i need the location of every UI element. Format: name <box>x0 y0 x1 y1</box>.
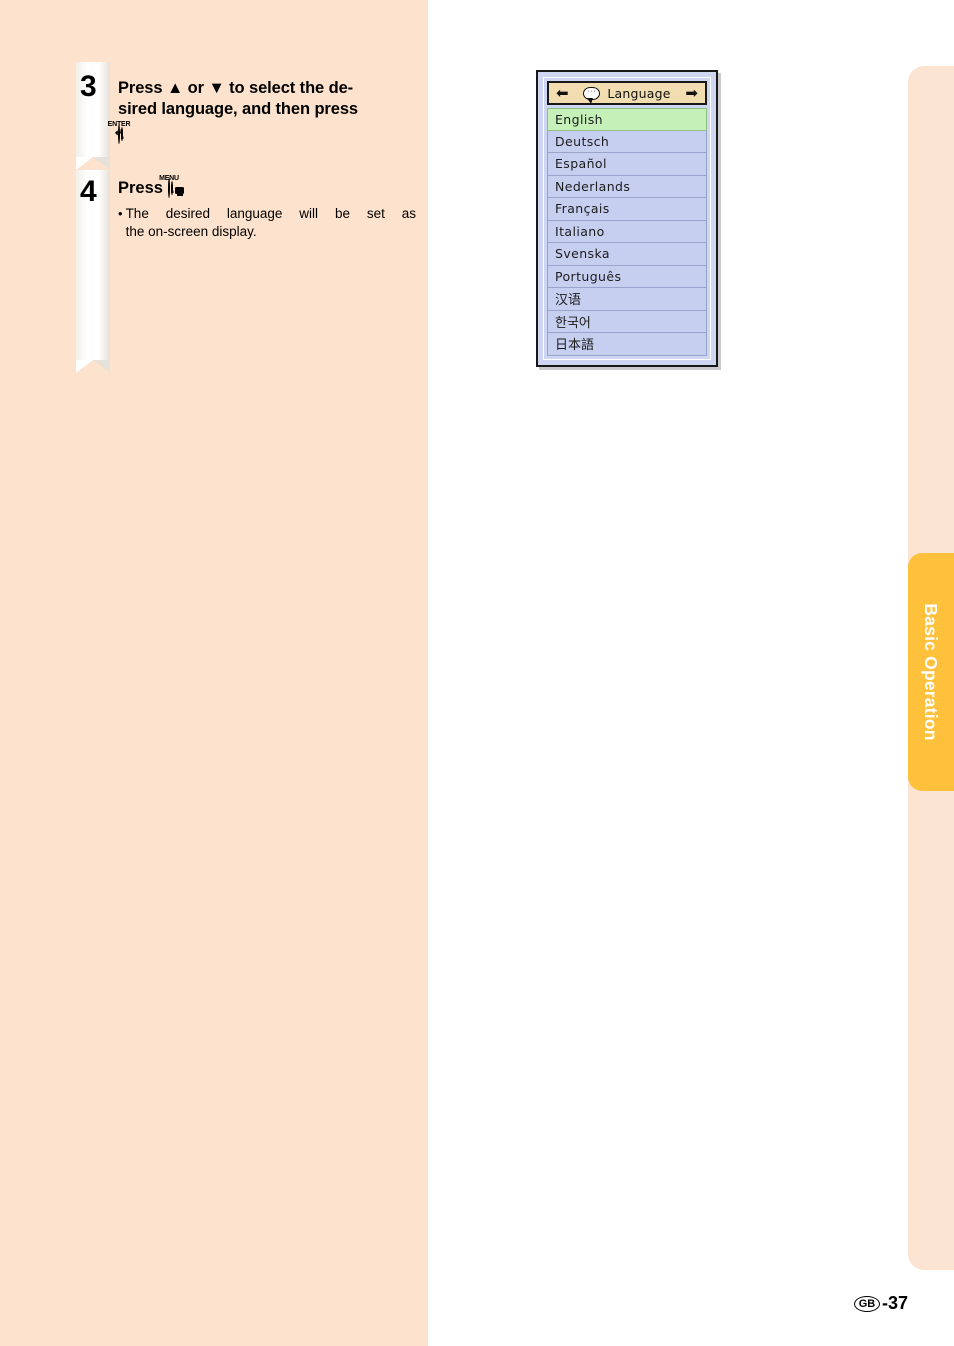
osd-language-item[interactable]: Português <box>547 265 707 288</box>
step-3-line-2: sired language, and then press <box>118 100 358 118</box>
osd-language-item[interactable]: 汉语 <box>547 288 707 311</box>
arrow-left-icon[interactable]: ⬅ <box>556 86 569 101</box>
osd-language-item[interactable]: Deutsch <box>547 130 707 153</box>
osd-language-item-label: Español <box>555 156 607 172</box>
step-4-body: Press MENU . • The desired language will… <box>118 175 418 240</box>
section-tab-basic-operation[interactable]: Basic Operation <box>908 553 954 791</box>
osd-language-item[interactable]: Svenska <box>547 243 707 266</box>
osd-language-item[interactable]: Français <box>547 198 707 221</box>
osd-language-item[interactable]: Nederlands <box>547 175 707 198</box>
osd-language-item[interactable]: Español <box>547 153 707 176</box>
enter-key-circle: ↵ <box>115 124 123 144</box>
step-3-body: Press ▲ or ▼ to select the de- sired lan… <box>108 78 418 145</box>
osd-menu-title: Language <box>607 85 671 101</box>
section-tab-label: Basic Operation <box>921 603 942 741</box>
bullet-line-1: The desired language will be set as <box>125 206 416 221</box>
osd-language-item-label: 汉语 <box>555 293 582 309</box>
page-number: -37 <box>881 1293 908 1313</box>
bullet-text: The desired language will be set as the … <box>126 205 416 240</box>
step-4-heading: Press MENU . <box>118 175 418 199</box>
page-footer: GB -37 <box>853 1293 908 1314</box>
osd-language-list: English Deutsch Español Nederlands Français I… <box>547 108 707 356</box>
step-3-line-1: Press ▲ or ▼ to select the de- <box>118 79 354 97</box>
bullet-line-2: the on-screen display. <box>125 223 257 239</box>
osd-menu-header: ⬅ ··· Language ➡ <box>547 81 707 105</box>
step-4-press-label: Press <box>118 179 163 197</box>
menu-key-circle <box>167 178 185 198</box>
osd-language-item[interactable]: English <box>547 108 707 131</box>
osd-language-item-label: English <box>555 111 603 127</box>
region-code-badge: GB <box>853 1295 880 1312</box>
osd-language-item-label: Italiano <box>555 223 605 239</box>
speech-bubble-icon: ··· <box>583 86 601 104</box>
enter-key-icon[interactable]: ENTER ↵ <box>108 121 131 145</box>
osd-language-item-label: 한국어 <box>555 315 591 331</box>
bullet-marker: • <box>118 206 123 221</box>
osd-language-item-label: Français <box>555 201 610 217</box>
osd-language-item-label: Nederlands <box>555 178 631 194</box>
speech-bubble-dots: ··· <box>587 88 597 95</box>
osd-language-item[interactable]: 日本語 <box>547 333 707 356</box>
menu-key-icon[interactable]: MENU <box>159 175 185 199</box>
osd-language-item[interactable]: Italiano <box>547 220 707 243</box>
arrow-right-icon[interactable]: ➡ <box>685 86 698 101</box>
step-3-line-3: ENTER ↵ . <box>108 121 418 145</box>
osd-inner-frame: ⬅ ··· Language ➡ English Deutsch Español Ne… <box>543 77 711 360</box>
step-number-4: 4 <box>80 175 97 208</box>
osd-language-item-label: 日本語 <box>555 338 595 354</box>
osd-language-menu: ⬅ ··· Language ➡ English Deutsch Español Ne… <box>536 70 718 367</box>
menu-screen-glyph <box>175 187 185 196</box>
osd-language-item-label: Svenska <box>555 246 610 262</box>
step-4-bullet: • The desired language will be set as th… <box>118 205 416 240</box>
osd-language-item-label: Deutsch <box>555 133 610 149</box>
osd-language-item-label: Português <box>555 268 622 284</box>
osd-language-item[interactable]: 한국어 <box>547 310 707 333</box>
step-number-3: 3 <box>80 70 97 103</box>
